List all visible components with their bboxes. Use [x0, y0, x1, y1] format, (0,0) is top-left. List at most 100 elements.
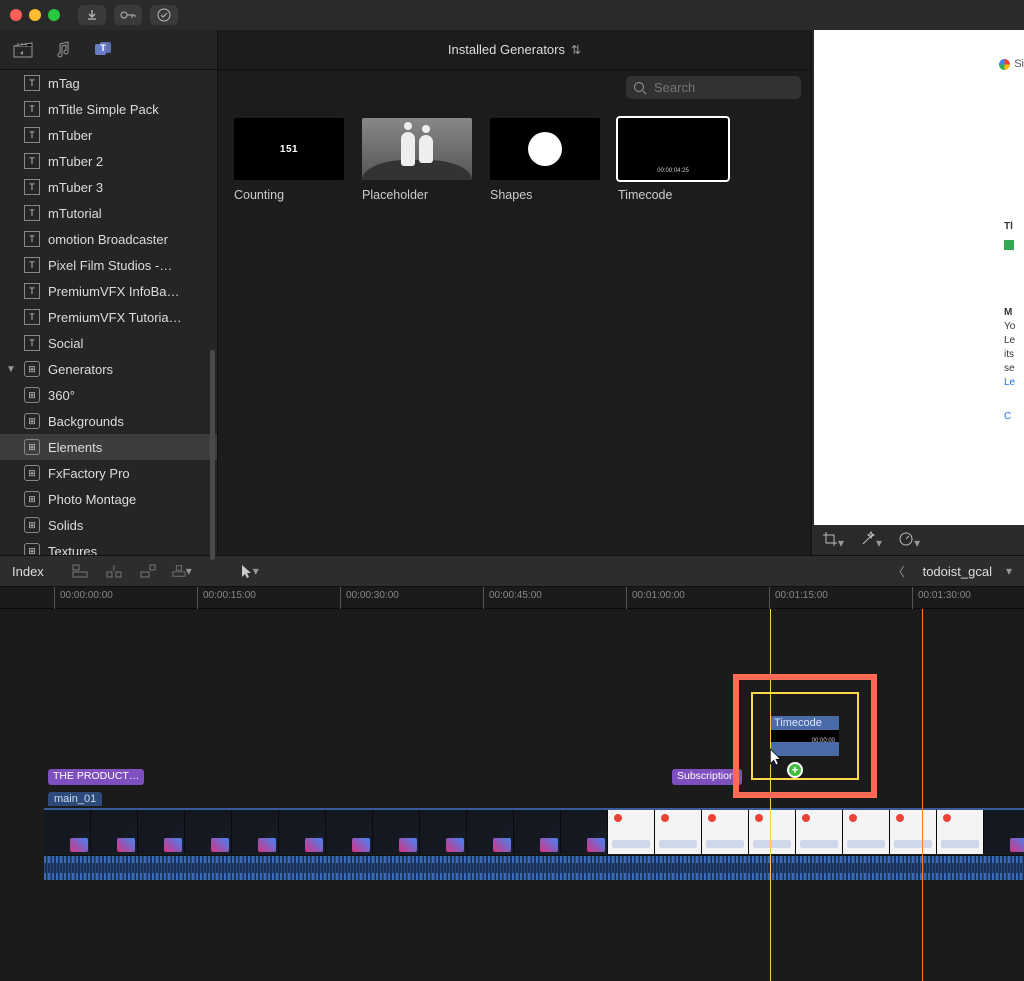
title-collection-icon: T: [24, 153, 40, 169]
generator-counting[interactable]: 151 Counting: [234, 118, 344, 202]
timeline[interactable]: THE PRODUCT… Subscription main_01 Timeco…: [0, 609, 1024, 981]
ruler-tick: 00:01:30:00: [918, 590, 971, 601]
cursor-icon: [769, 748, 783, 766]
overwrite-clip-button[interactable]: ▾: [172, 561, 192, 581]
search-input[interactable]: [626, 76, 801, 99]
sidebar-item[interactable]: TPixel Film Studios -…: [0, 252, 217, 278]
insert-clip-button[interactable]: [104, 561, 124, 581]
retime-tool[interactable]: ▾: [898, 531, 920, 550]
generator-label: Placeholder: [362, 188, 472, 202]
project-name[interactable]: todoist_gcal: [923, 564, 992, 579]
browser-title-dropdown[interactable]: Installed Generators ⇅: [218, 30, 811, 70]
browser-title: Installed Generators: [448, 42, 565, 57]
timeline-ruler[interactable]: 00:00:00:00 00:00:15:00 00:00:30:00 00:0…: [0, 587, 1024, 609]
updown-chevron-icon: ⇅: [571, 43, 581, 57]
sidebar-item-label: mTag: [48, 76, 80, 91]
sidebar-item-backgrounds[interactable]: ⊞ Backgrounds: [0, 408, 217, 434]
browser-sidebar: T TmTag TmTitle Simple Pack TmTuber TmTu…: [0, 30, 218, 555]
title-collection-icon: T: [24, 231, 40, 247]
sidebar-item[interactable]: Tomotion Broadcaster: [0, 226, 217, 252]
generators-tab[interactable]: T: [92, 39, 114, 61]
sidebar-item-elements[interactable]: ⊞ Elements: [0, 434, 217, 460]
enhance-tool[interactable]: ▾: [860, 531, 882, 550]
clip-name-label[interactable]: main_01: [48, 792, 102, 806]
timeline-index-button[interactable]: Index: [12, 564, 44, 579]
ruler-tick: 00:00:30:00: [346, 590, 399, 601]
sidebar-item[interactable]: TSocial: [0, 330, 217, 356]
generator-shapes[interactable]: Shapes: [490, 118, 600, 202]
pointer-icon: [241, 564, 253, 578]
sidebar-item-label: Elements: [48, 440, 102, 455]
sidebar-item[interactable]: TPremiumVFX InfoBa…: [0, 278, 217, 304]
generator-icon: ⊞: [24, 465, 40, 481]
title-collection-icon: T: [24, 309, 40, 325]
timeline-history-back[interactable]: 〈: [889, 561, 909, 581]
append-clip-button[interactable]: [138, 561, 158, 581]
sidebar-tabs: T: [0, 30, 217, 70]
primary-video-track[interactable]: [44, 808, 1024, 856]
search-icon: [633, 81, 647, 95]
ruler-tick: 00:00:00:00: [60, 590, 113, 601]
sidebar-item-label: PremiumVFX Tutoria…: [48, 310, 182, 325]
generators-grid: 151 Counting Placeholder Shapes 00:00:04…: [218, 100, 811, 220]
generator-thumb: [490, 118, 600, 180]
sidebar-item-fxfactory[interactable]: ⊞FxFactory Pro: [0, 460, 217, 486]
close-window-button[interactable]: [10, 9, 22, 21]
transform-tool[interactable]: ▾: [822, 531, 844, 550]
sidebar-scrollbar[interactable]: [210, 350, 215, 560]
skimmer-line[interactable]: [922, 609, 923, 981]
sidebar-item[interactable]: TmTuber 2: [0, 148, 217, 174]
sidebar-item[interactable]: T PremiumVFX Tutoria…: [0, 304, 217, 330]
gauge-icon: [898, 531, 914, 547]
dragged-clip-label: Timecode: [774, 717, 822, 729]
audio-tab[interactable]: [52, 39, 74, 61]
sidebar-item[interactable]: TmTuber 3: [0, 174, 217, 200]
generator-icon: ⊞: [24, 439, 40, 455]
sidebar-item-textures[interactable]: ⊞Textures: [0, 538, 217, 555]
sidebar-item[interactable]: TmTitle Simple Pack: [0, 96, 217, 122]
sidebar-item-label: mTitle Simple Pack: [48, 102, 159, 117]
ruler-tick: 00:00:45:00: [489, 590, 542, 601]
sidebar-item-label: mTuber 3: [48, 180, 103, 195]
chapter-marker[interactable]: THE PRODUCT…: [48, 769, 144, 785]
generator-label: Timecode: [618, 188, 728, 202]
viewer-canvas[interactable]: Si Tl M Yo Le its se Le C: [814, 30, 1024, 525]
generator-timecode[interactable]: 00:00:04:25 Timecode: [618, 118, 728, 202]
generator-thumb: 00:00:04:25: [618, 118, 728, 180]
sidebar-category-generators[interactable]: ▼⊞Generators: [0, 356, 217, 382]
sidebar-item-label: Backgrounds: [48, 414, 124, 429]
keyword-button[interactable]: [114, 5, 142, 25]
sidebar-item-photo-montage[interactable]: ⊞Photo Montage: [0, 486, 217, 512]
titles-generators-icon: T: [94, 41, 112, 59]
viewer-panel: Si Tl M Yo Le its se Le C ▾ ▾ ▾: [812, 30, 1024, 555]
sidebar-item-label: PremiumVFX InfoBa…: [48, 284, 180, 299]
fullscreen-window-button[interactable]: [48, 9, 60, 21]
chapter-marker[interactable]: Subscription: [672, 769, 742, 785]
generator-placeholder[interactable]: Placeholder: [362, 118, 472, 202]
sidebar-item[interactable]: TmTag: [0, 70, 217, 96]
sidebar-item-360[interactable]: ⊞360°: [0, 382, 217, 408]
sidebar-item-label: Generators: [48, 362, 113, 377]
sidebar-item-solids[interactable]: ⊞Solids: [0, 512, 217, 538]
svg-text:T: T: [100, 43, 106, 53]
sidebar-item[interactable]: TmTutorial: [0, 200, 217, 226]
titles-tab[interactable]: [12, 39, 34, 61]
generator-icon: ⊞: [24, 413, 40, 429]
sidebar-list: TmTag TmTitle Simple Pack TmTuber TmTube…: [0, 70, 217, 555]
title-collection-icon: T: [24, 75, 40, 91]
connect-clip-button[interactable]: [70, 561, 90, 581]
minimize-window-button[interactable]: [29, 9, 41, 21]
sidebar-item[interactable]: TmTuber: [0, 122, 217, 148]
primary-audio-track[interactable]: [44, 856, 1024, 880]
import-button[interactable]: [78, 5, 106, 25]
sidebar-item-label: mTuber 2: [48, 154, 103, 169]
sidebar-item-label: Pixel Film Studios -…: [48, 258, 172, 273]
background-tasks-button[interactable]: [150, 5, 178, 25]
generator-category-icon: ⊞: [24, 361, 40, 377]
sidebar-item-label: mTutorial: [48, 206, 102, 221]
select-tool[interactable]: ▾: [240, 561, 260, 581]
viewer-toolbar: ▾ ▾ ▾: [812, 525, 1024, 555]
viewer-content-snippet: Tl M Yo Le its se Le C: [1004, 220, 1024, 424]
title-collection-icon: T: [24, 127, 40, 143]
dragged-clip-tc: 00:00:00: [812, 738, 835, 744]
